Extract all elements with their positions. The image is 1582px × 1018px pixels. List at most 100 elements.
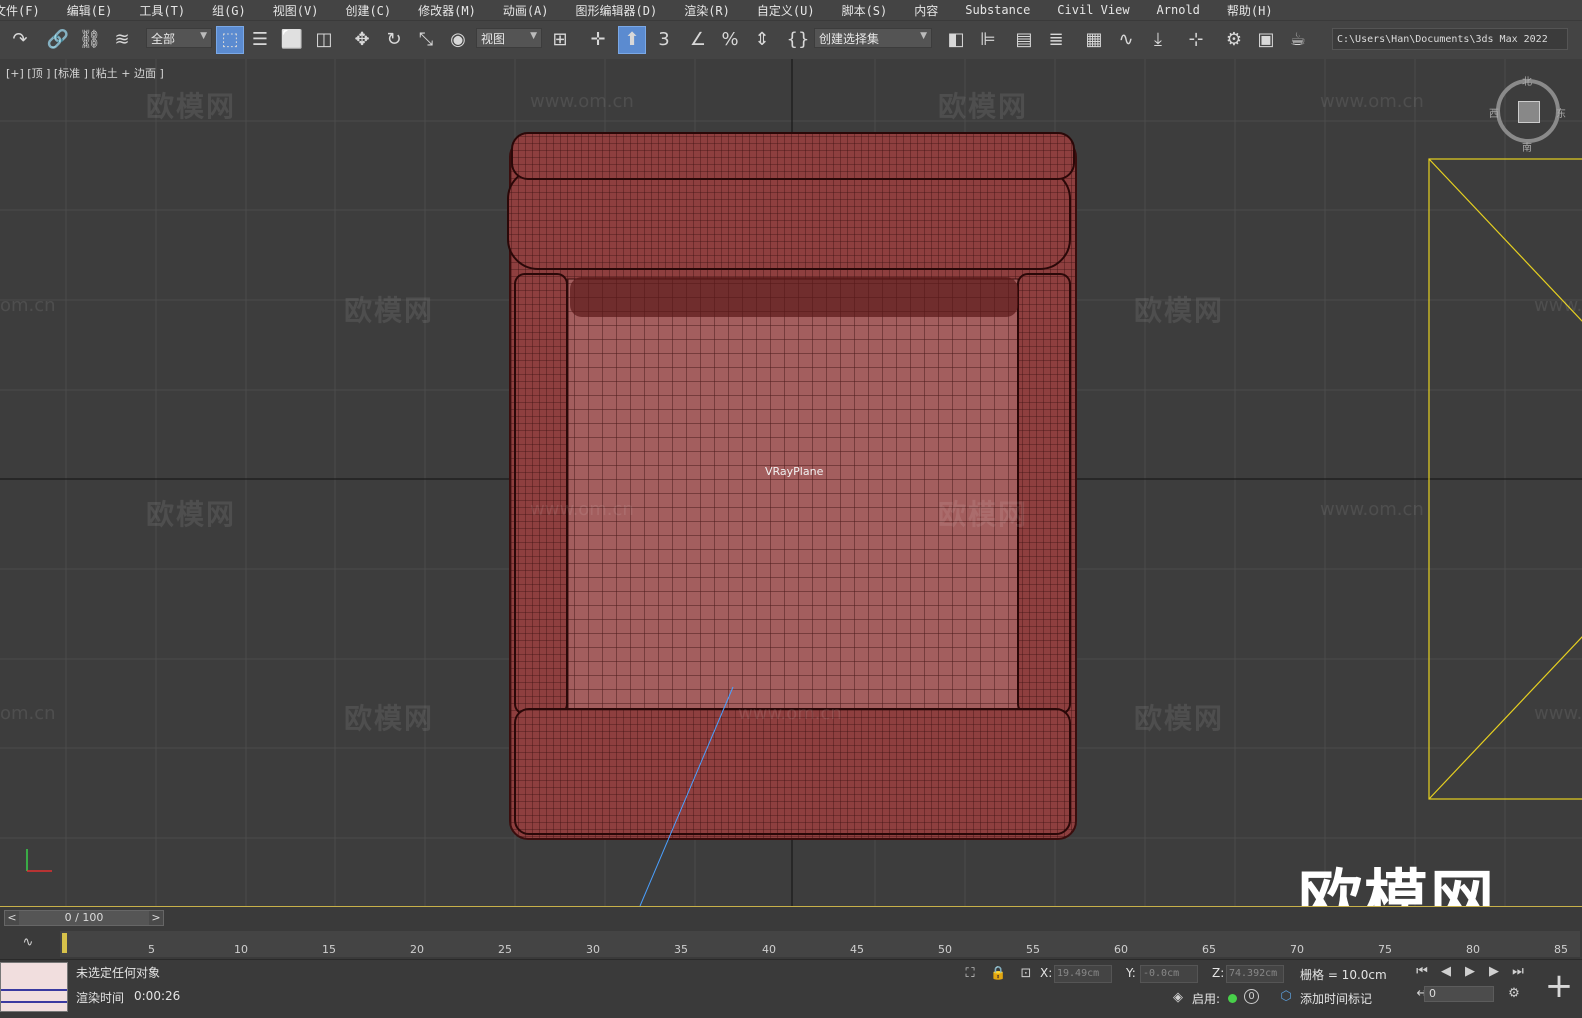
window-crossing-icon[interactable]: ◫ xyxy=(312,28,336,52)
previous-frame-icon[interactable]: ◀ xyxy=(1438,964,1454,980)
menu-tools[interactable]: 工具(T) xyxy=(139,2,185,19)
menu-group[interactable]: 组(G) xyxy=(212,2,246,19)
menu-civil-view[interactable]: Civil View xyxy=(1057,3,1129,17)
absolute-mode-icon[interactable]: ⊡ xyxy=(1018,966,1034,982)
keyboard-shortcut-toggle-icon[interactable]: ⬆ xyxy=(618,26,646,54)
go-to-end-icon[interactable]: ⏭ xyxy=(1510,964,1526,980)
viewcube-widget[interactable] xyxy=(1496,79,1560,143)
reference-coord-value: 视图 xyxy=(481,31,506,46)
render-production-icon[interactable]: ☕ xyxy=(1286,28,1310,52)
play-icon[interactable]: ▶ xyxy=(1462,964,1478,980)
menu-edit[interactable]: 编辑(E) xyxy=(67,2,113,19)
bind-spacewarp-icon[interactable]: ≋ xyxy=(110,28,134,52)
next-frame-icon[interactable]: ▶ xyxy=(1486,964,1502,980)
time-config-icon[interactable]: ⚙ xyxy=(1506,986,1522,1002)
render-time-value: 0:00:26 xyxy=(134,989,181,1003)
rect-selection-icon[interactable]: ⬜ xyxy=(280,28,304,52)
listener-line xyxy=(1,1001,67,1003)
schematic-view-icon[interactable]: ⤓ xyxy=(1146,28,1170,52)
spinner-snap-icon[interactable]: ⇕ xyxy=(750,28,774,52)
move-icon[interactable]: ✥ xyxy=(350,28,374,52)
angle-snap-icon[interactable]: ∠ xyxy=(686,28,710,52)
viewcube-top-face[interactable] xyxy=(1518,101,1540,123)
time-marker[interactable] xyxy=(62,933,67,953)
named-selection-select[interactable]: 创建选择集 ▼ xyxy=(814,28,932,48)
x-coordinate-field[interactable]: 19.49cm xyxy=(1054,965,1112,983)
menu-content[interactable]: 内容 xyxy=(914,2,938,19)
watermark-url-partial: om.cn xyxy=(0,295,56,316)
vrayplane-object-label: VRayPlane xyxy=(765,465,824,478)
go-to-start-icon[interactable]: ⏮ xyxy=(1414,964,1430,980)
track-ruler[interactable]: 5 10 15 20 25 30 35 40 45 50 55 60 65 70… xyxy=(60,931,1580,957)
add-time-tag[interactable]: 添加时间标记 xyxy=(1300,990,1372,1007)
next-frame-button[interactable]: > xyxy=(149,911,163,925)
select-by-name-icon[interactable]: ☰ xyxy=(248,28,272,52)
menu-modifiers[interactable]: 修改器(M) xyxy=(418,2,476,19)
adaptive-degradation-icon[interactable]: ◈ xyxy=(1170,990,1186,1006)
redo-icon[interactable]: ↷ xyxy=(8,28,32,52)
reference-coord-select[interactable]: 视图 ▼ xyxy=(476,28,542,48)
menu-substance[interactable]: Substance xyxy=(965,3,1030,17)
align-icon[interactable]: ⊫ xyxy=(976,28,1000,52)
unlink-icon[interactable]: ⛓ xyxy=(78,28,102,52)
select-object-icon[interactable]: ⬚ xyxy=(216,26,244,54)
zero-badge-icon[interactable]: 0 xyxy=(1244,989,1259,1004)
isolate-icon[interactable]: ⛶ xyxy=(962,966,978,982)
project-path-select[interactable]: C:\Users\Han\Documents\3ds Max 2022 xyxy=(1332,28,1568,50)
maxscript-listener-mini[interactable] xyxy=(0,962,68,1012)
material-editor-icon[interactable]: ⊹ xyxy=(1184,28,1208,52)
menu-create[interactable]: 创建(C) xyxy=(345,2,391,19)
time-tag-icon[interactable]: ⬡ xyxy=(1278,989,1294,1005)
project-path-value: C:\Users\Han\Documents\3ds Max 2022 xyxy=(1337,33,1548,45)
scale-icon[interactable]: ⤡ xyxy=(414,28,438,52)
track-tick: 25 xyxy=(498,943,512,956)
layer-explorer-icon[interactable]: ▤ xyxy=(1012,28,1036,52)
top-viewport[interactable]: [+] [顶 ] [标准 ] [粘土 + 边面 ] 欧模网 www.om.cn … xyxy=(0,59,1582,907)
armchair-model xyxy=(507,132,1077,840)
time-slider-bar: < 0 / 100 > xyxy=(0,907,1582,929)
menu-rendering[interactable]: 渲染(R) xyxy=(684,2,730,19)
add-button-icon[interactable]: + xyxy=(1540,964,1578,1008)
edit-named-selection-icon[interactable]: {} xyxy=(786,28,810,52)
watermark-text: 欧模网 xyxy=(1134,702,1225,735)
enable-label: 启用: xyxy=(1192,992,1221,1006)
z-coordinate-field[interactable]: 74.392cm xyxy=(1226,965,1284,983)
rotate-icon[interactable]: ↻ xyxy=(382,28,406,52)
lock-icon[interactable]: 🔒 xyxy=(990,966,1006,982)
link-icon[interactable]: 🔗 xyxy=(46,28,70,52)
watermark-text: 欧模网 xyxy=(938,90,1029,123)
prev-frame-button[interactable]: < xyxy=(5,911,19,925)
menu-view[interactable]: 视图(V) xyxy=(273,2,319,19)
menu-help[interactable]: 帮助(H) xyxy=(1227,2,1273,19)
track-bar[interactable]: ∿ 5 10 15 20 25 30 35 40 45 50 55 60 65 … xyxy=(0,929,1582,959)
menu-arnold[interactable]: Arnold xyxy=(1157,3,1200,17)
watermark-text: 欧模网 xyxy=(1134,294,1225,327)
viewcube-north-label: 北 xyxy=(1522,77,1532,88)
viewport-label[interactable]: [+] [顶 ] [标准 ] [粘土 + 边面 ] xyxy=(6,65,164,81)
render-setup-icon[interactable]: ⚙ xyxy=(1222,28,1246,52)
current-frame-field[interactable]: 0 xyxy=(1424,986,1494,1002)
percent-snap-icon[interactable]: % xyxy=(718,28,742,52)
menu-file[interactable]: 文件(F) xyxy=(0,2,40,19)
menu-customize[interactable]: 自定义(U) xyxy=(757,2,815,19)
y-coordinate-field[interactable]: -0.0cm xyxy=(1140,965,1198,983)
curve-editor-icon[interactable]: ∿ xyxy=(1114,28,1138,52)
curve-editor-mini-icon[interactable]: ∿ xyxy=(20,935,36,951)
time-slider[interactable]: < 0 / 100 > xyxy=(4,910,164,926)
rendered-frame-icon[interactable]: ▣ xyxy=(1254,28,1278,52)
mirror-icon[interactable]: ◧ xyxy=(944,28,968,52)
track-tick: 70 xyxy=(1290,943,1304,956)
select-manipulate-icon[interactable]: ✛ xyxy=(586,28,610,52)
snaps-toggle-icon[interactable]: 3 xyxy=(652,28,676,52)
selection-filter-select[interactable]: 全部 ▼ xyxy=(146,28,212,48)
ribbon-icon[interactable]: ▦ xyxy=(1082,28,1106,52)
place-icon[interactable]: ◉ xyxy=(446,28,470,52)
layer-manager-icon[interactable]: ≣ xyxy=(1044,28,1068,52)
pivot-center-icon[interactable]: ⊞ xyxy=(548,28,572,52)
track-tick: 30 xyxy=(586,943,600,956)
render-time-label: 渲染时间 xyxy=(76,991,125,1005)
menu-scripting[interactable]: 脚本(S) xyxy=(842,2,888,19)
menu-animation[interactable]: 动画(A) xyxy=(503,2,549,19)
watermark-url: www.om.cn xyxy=(1320,91,1424,112)
menu-graph-editors[interactable]: 图形编辑器(D) xyxy=(576,2,658,19)
